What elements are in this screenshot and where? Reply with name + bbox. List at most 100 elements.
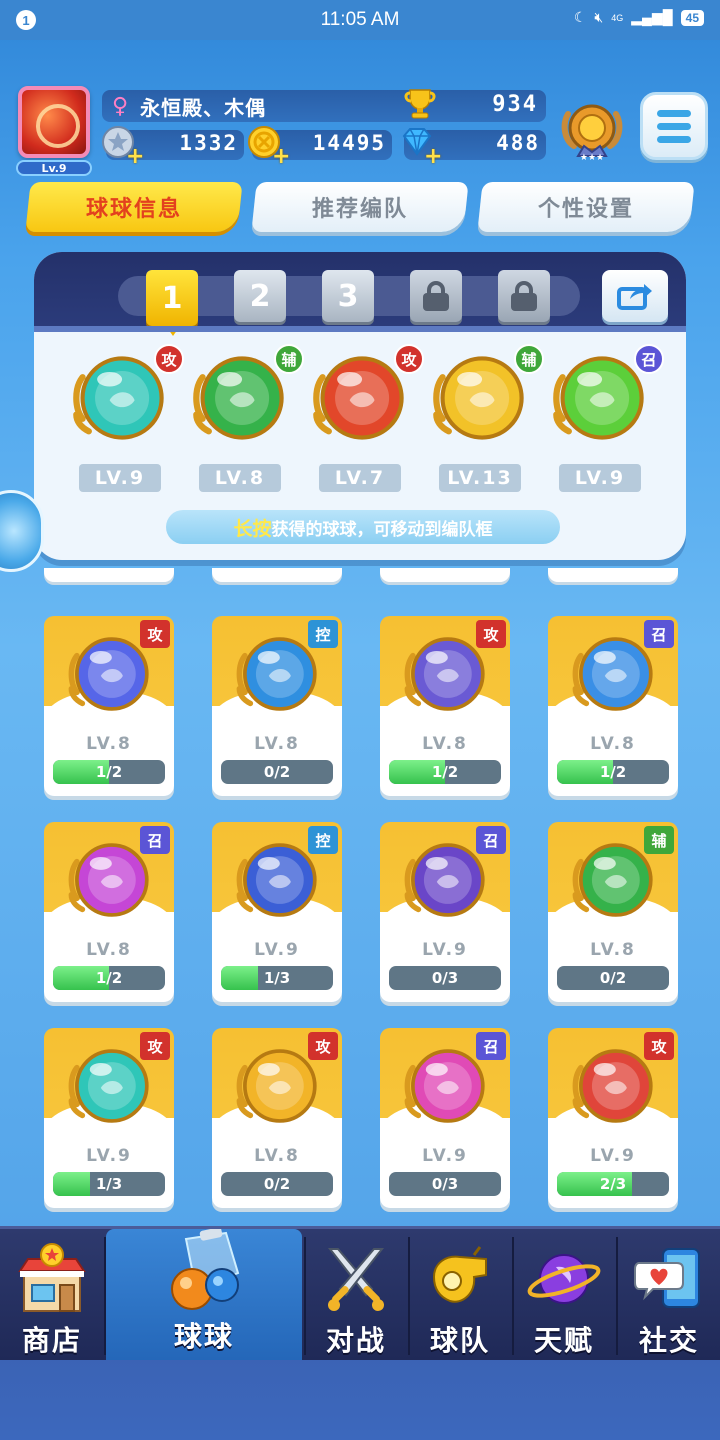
nav-team[interactable]: 球队 <box>410 1229 510 1363</box>
ball-level: LV.9 <box>254 940 300 960</box>
team-slot-locked-5[interactable] <box>498 270 550 322</box>
upgrade-progress-bar: 0/2 <box>221 760 333 784</box>
gem-bar[interactable]: + 488 <box>402 128 546 169</box>
ball-level: LV.8 <box>590 734 636 754</box>
role-tag: 攻 <box>644 1032 674 1060</box>
status-bar: 1 11:05 AM ☾ 🔇︎ 4G ▂▄▆█ 45 <box>0 0 720 40</box>
team-slot-3[interactable]: 3 <box>322 270 374 322</box>
menu-line-icon <box>657 135 691 143</box>
role-tag: 攻 <box>308 1032 338 1060</box>
role-tag: 召 <box>140 826 170 854</box>
ball-card[interactable]: 召 LV.8 1/2 <box>548 616 678 796</box>
role-tag: 攻 <box>476 620 506 648</box>
hint-text: 获得的球球，可移动到编队框 <box>271 519 493 540</box>
upgrade-progress-bar: 1/2 <box>557 760 669 784</box>
add-gems-icon[interactable]: + <box>424 144 442 169</box>
tab-label: 推荐编队 <box>311 197 408 222</box>
coin-value: 14495 <box>312 131 386 155</box>
ball-card[interactable]: 控 LV.8 0/2 <box>212 616 342 796</box>
ball-level: LV.9 <box>422 940 468 960</box>
bottom-nav: 商店 球球 对战 球队 天赋 社交 <box>0 1226 720 1363</box>
tab-label: 球球信息 <box>85 197 182 222</box>
player-name-bar: ♀ 永恒殿、木偶 934 <box>102 89 546 122</box>
trophy-count: 934 <box>492 92 538 117</box>
ball-card[interactable]: 控 LV.9 1/3 <box>212 822 342 1002</box>
resource-bar-1[interactable]: + 1332 <box>102 126 244 169</box>
progress-text: 0/3 <box>431 1175 459 1193</box>
team-ball-level: LV.9 <box>79 464 161 492</box>
progress-text: 0/2 <box>599 969 627 987</box>
ball-card[interactable]: 攻 LV.9 1/3 <box>44 1028 174 1208</box>
team-slot-1[interactable]: 1 <box>146 270 198 336</box>
team-slot-header: 1 2 3 <box>34 252 686 336</box>
nav-talent[interactable]: 天赋 <box>514 1229 614 1363</box>
ball-level: LV.9 <box>590 1146 636 1166</box>
ball-card[interactable]: 攻 LV.8 0/2 <box>212 1028 342 1208</box>
bottom-strip <box>0 1360 720 1440</box>
menu-button[interactable] <box>640 92 708 160</box>
team-ball-level: LV.9 <box>559 464 641 492</box>
status-time: 11:05 AM <box>320 9 400 30</box>
menu-line-icon <box>657 122 691 130</box>
role-tag: 召 <box>634 344 664 374</box>
progress-text: 1/2 <box>95 969 123 987</box>
card-row-edge <box>380 568 510 582</box>
side-shortcut-button[interactable] <box>0 490 44 572</box>
hint-highlight: 长按 <box>233 517 272 540</box>
avatar[interactable] <box>18 86 90 158</box>
role-tag: 辅 <box>644 826 674 854</box>
role-tag: 控 <box>308 826 338 854</box>
add-resource-icon[interactable]: + <box>126 144 144 169</box>
rank-emblem-icon[interactable]: ★★★ <box>560 94 624 166</box>
upgrade-progress-bar: 0/2 <box>221 1172 333 1196</box>
ball-level: LV.8 <box>86 734 132 754</box>
tab-label: 个性设置 <box>537 197 634 222</box>
lock-icon <box>511 281 537 311</box>
ball-level: LV.9 <box>422 1146 468 1166</box>
tab-personal-settings[interactable]: 个性设置 <box>477 182 695 232</box>
progress-text: 1/2 <box>95 763 123 781</box>
ball-card[interactable]: 召 LV.8 1/2 <box>44 822 174 1002</box>
upgrade-progress-bar: 1/3 <box>53 1172 165 1196</box>
add-coins-icon[interactable]: + <box>272 144 290 169</box>
ball-card[interactable]: 攻 LV.8 1/2 <box>44 616 174 796</box>
team-ball-level: LV.8 <box>199 464 281 492</box>
nav-label: 球球 <box>173 1320 234 1353</box>
tab-ball-info[interactable]: 球球信息 <box>25 182 243 232</box>
progress-text: 1/2 <box>599 763 627 781</box>
nav-balls[interactable]: 球球 <box>106 1229 302 1363</box>
team-slot-locked-4[interactable] <box>410 270 462 322</box>
nav-label: 对战 <box>325 1324 386 1357</box>
chat-phone-icon <box>634 1248 700 1308</box>
ball-card[interactable]: 攻 LV.8 1/2 <box>380 616 510 796</box>
ball-card[interactable]: 辅 LV.8 0/2 <box>548 822 678 1002</box>
trophy-icon <box>404 89 436 119</box>
nav-social[interactable]: 社交 <box>618 1229 720 1363</box>
nav-shop[interactable]: 商店 <box>0 1229 104 1363</box>
balls-icon <box>171 1229 240 1310</box>
nav-label: 社交 <box>638 1324 699 1357</box>
progress-text: 0/2 <box>263 763 291 781</box>
progress-text: 0/3 <box>431 969 459 987</box>
tab-recommended-team[interactable]: 推荐编队 <box>251 182 469 232</box>
ball-card[interactable]: 召 LV.9 0/3 <box>380 1028 510 1208</box>
share-button[interactable] <box>602 270 668 322</box>
team-slot-2[interactable]: 2 <box>234 270 286 322</box>
ball-level: LV.8 <box>422 734 468 754</box>
coin-bar[interactable]: + 14495 <box>248 126 392 169</box>
role-tag: 攻 <box>140 1032 170 1060</box>
upgrade-progress-bar: 1/3 <box>221 966 333 990</box>
role-tag: 辅 <box>274 344 304 374</box>
ball-card[interactable]: 召 LV.9 0/3 <box>380 822 510 1002</box>
gem-value: 488 <box>496 131 540 155</box>
ball-level: LV.9 <box>86 1146 132 1166</box>
nav-battle[interactable]: 对战 <box>306 1229 406 1363</box>
ball-card[interactable]: 攻 LV.9 2/3 <box>548 1028 678 1208</box>
whistle-icon <box>432 1246 487 1303</box>
signal-icon: ▂▄▆█ <box>631 9 673 25</box>
shop-icon <box>18 1243 86 1312</box>
network-type: 4G <box>611 12 624 23</box>
card-row-edge <box>212 568 342 582</box>
svg-text:★★★: ★★★ <box>580 153 604 163</box>
lock-icon <box>423 281 449 311</box>
